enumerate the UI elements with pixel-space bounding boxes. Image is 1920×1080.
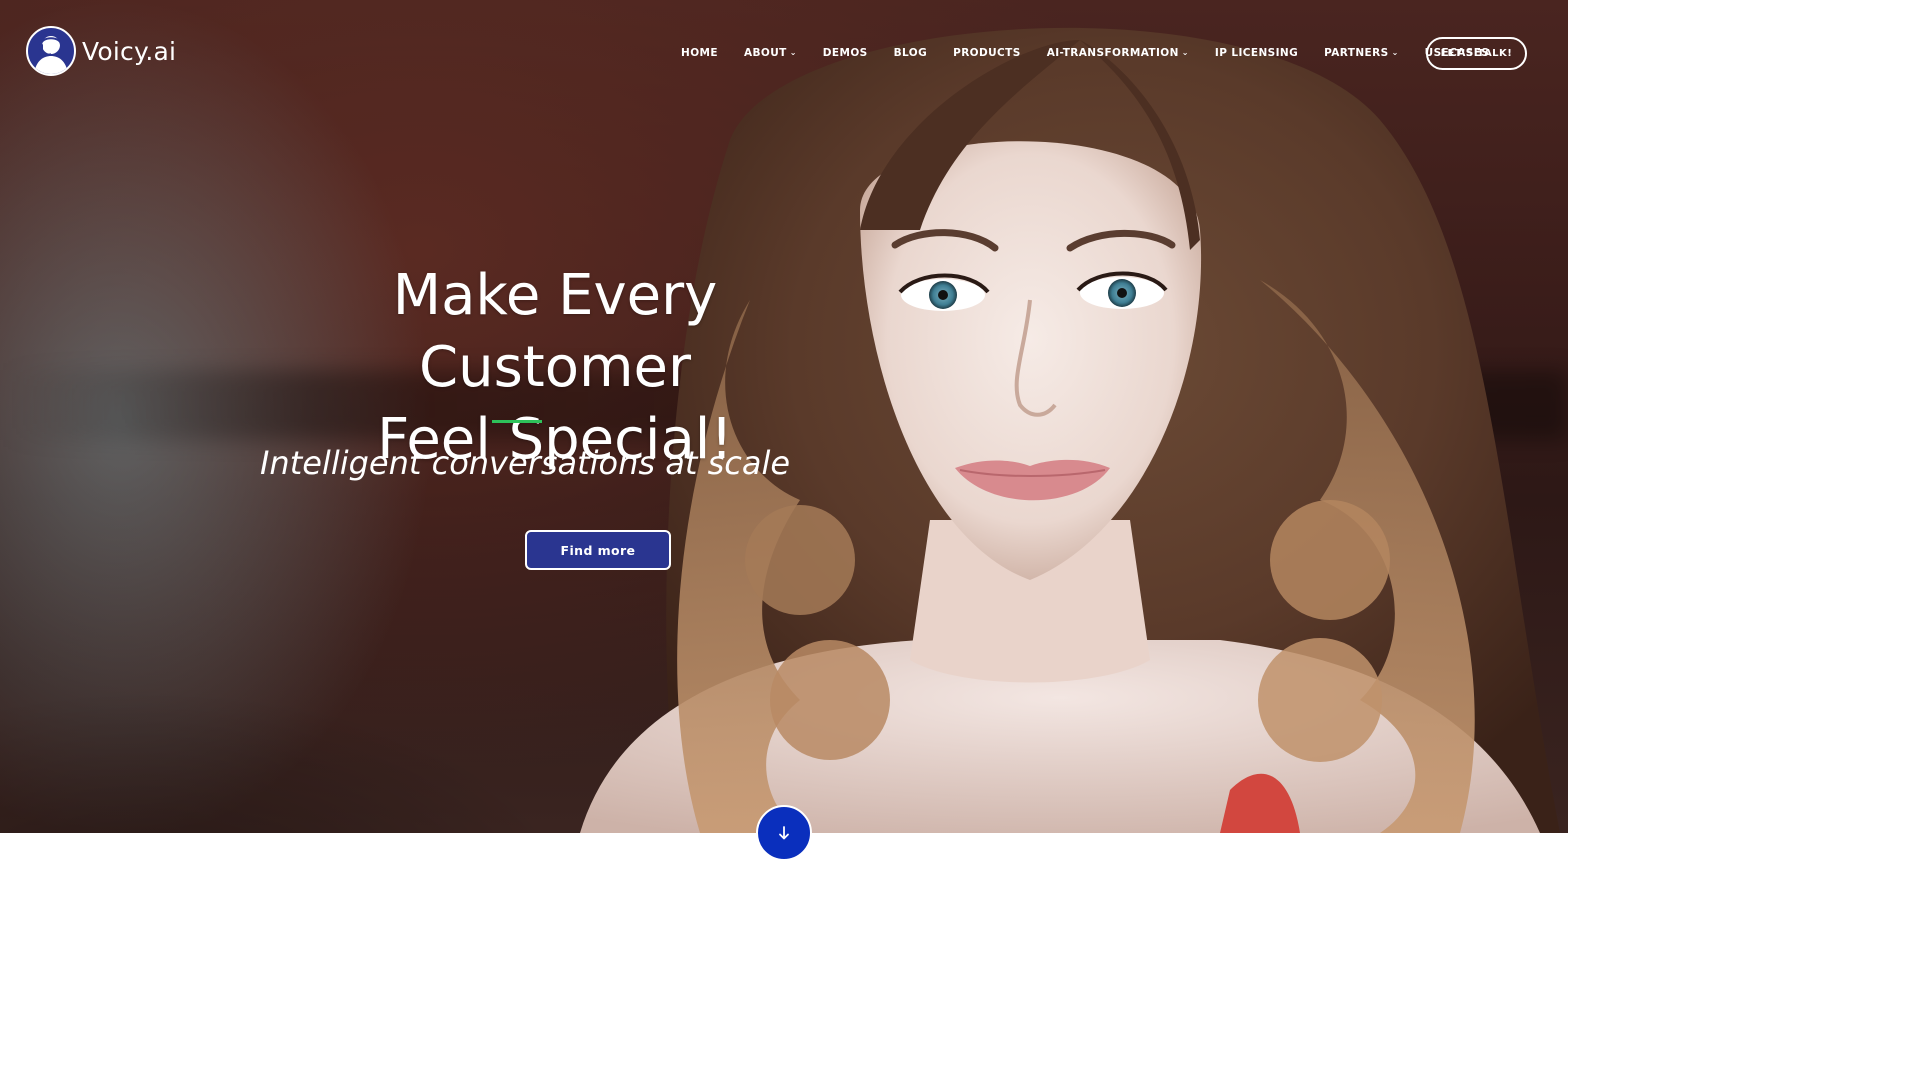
- nav-item-label: PRODUCTS: [953, 47, 1021, 59]
- chevron-down-icon: ⌄: [789, 47, 797, 57]
- nav-item-products[interactable]: PRODUCTS: [953, 47, 1021, 59]
- find-more-button[interactable]: Find more: [525, 530, 671, 570]
- nav-item-label: IP LICENSING: [1214, 47, 1299, 59]
- chevron-down-icon: ⌄: [1181, 47, 1189, 57]
- main-navigation: HOME ABOUT ⌄ DEMOS BLOG PRODUCTS AI-TRANS…: [681, 47, 1515, 59]
- nav-item-home[interactable]: HOME: [681, 47, 718, 59]
- nav-item-partners[interactable]: PARTNERS ⌄: [1324, 47, 1399, 59]
- nav-item-ip-licensing[interactable]: IP LICENSING: [1215, 47, 1298, 59]
- accent-divider: [492, 420, 542, 423]
- brand-name: Voicy.ai: [82, 36, 177, 66]
- nav-item-label: PARTNERS: [1324, 47, 1389, 59]
- scroll-down-button[interactable]: [756, 805, 812, 861]
- arrow-down-icon: [779, 826, 789, 840]
- nav-item-ai-transformation[interactable]: AI-TRANSFORMATION ⌄: [1047, 47, 1189, 59]
- nav-item-blog[interactable]: BLOG: [894, 47, 927, 59]
- hero-section: Voicy.ai HOME ABOUT ⌄ DEMOS BLOG PRODUCTS…: [0, 0, 1568, 833]
- nav-item-label: BLOG: [893, 47, 928, 59]
- nav-item-label: ABOUT: [743, 47, 787, 59]
- nav-item-demos[interactable]: DEMOS: [823, 47, 868, 59]
- brand-logo[interactable]: Voicy.ai: [26, 26, 176, 76]
- nav-item-label: HOME: [681, 47, 718, 59]
- headset-person-icon: [26, 26, 76, 76]
- chevron-down-icon: ⌄: [1391, 47, 1399, 57]
- hero-tagline: Intelligent conversations at scale: [259, 444, 791, 482]
- headline-line-1: Make Every Customer: [392, 263, 718, 400]
- nav-item-about[interactable]: ABOUT ⌄: [744, 47, 797, 59]
- nav-item-label: AI-TRANSFORMATION: [1046, 47, 1179, 59]
- nav-item-label: DEMOS: [822, 47, 868, 59]
- lets-talk-button[interactable]: LET'S TALK!: [1426, 37, 1527, 70]
